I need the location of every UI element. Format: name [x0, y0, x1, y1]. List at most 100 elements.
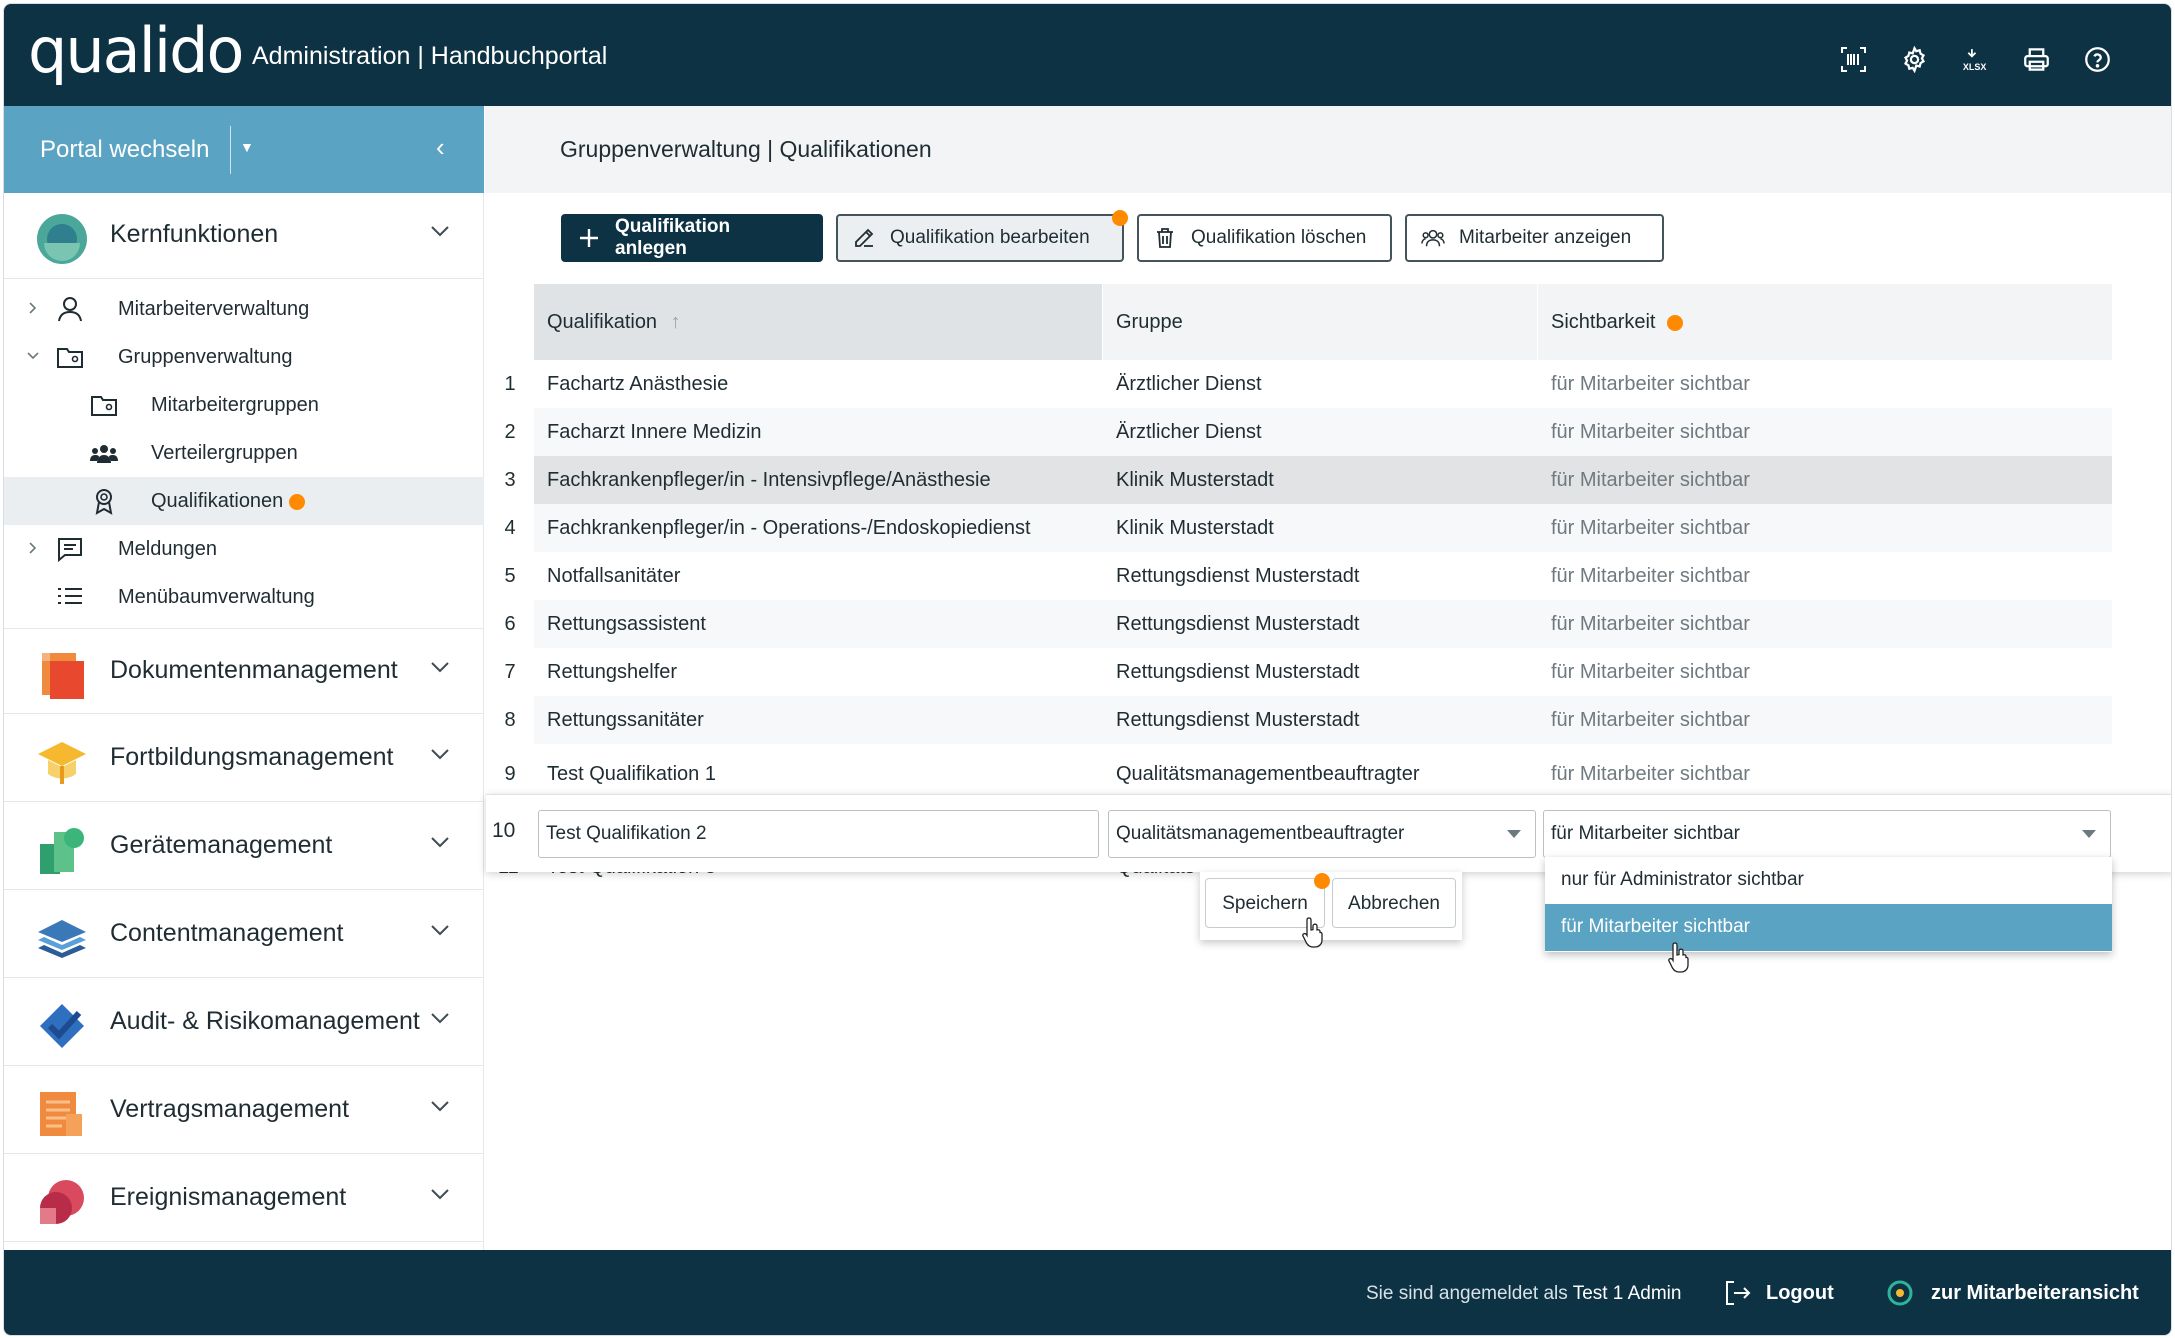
xlsx-export-icon[interactable]: XLSX: [1962, 46, 1989, 73]
logout-button[interactable]: Logout: [1724, 1280, 1834, 1306]
chevron-down-icon[interactable]: [427, 1093, 453, 1119]
edit-qualification-button[interactable]: Qualifikation bearbeiten: [836, 210, 1128, 262]
caret-down-icon[interactable]: ▼: [240, 139, 254, 155]
cell-group: Ärztlicher Dienst: [1116, 421, 1262, 443]
sidebar-item-mitarbeitergruppen[interactable]: Mitarbeitergruppen: [4, 381, 484, 429]
breadcrumb-bar: Gruppenverwaltung | Qualifikationen: [485, 106, 2171, 193]
column-header-gruppe[interactable]: Gruppe: [1102, 284, 1537, 360]
cell-qualification: Rettungshelfer: [547, 661, 678, 683]
cell-visibility: für Mitarbeiter sichtbar: [1551, 661, 1750, 683]
cell-group: Rettungsdienst Musterstadt: [1116, 613, 1360, 635]
chevron-right-icon[interactable]: [24, 539, 42, 557]
chevron-down-icon[interactable]: [427, 218, 453, 244]
notice-dot: [1667, 314, 1684, 331]
row-number: 2: [504, 421, 516, 443]
column-header-qualifikation[interactable]: Qualifikation ↑: [534, 284, 1102, 360]
sidebar-group-geraetemanagement[interactable]: Gerätemanagement: [4, 804, 484, 890]
notice-dot: [1314, 873, 1330, 889]
sidebar-item-label: Menübaumverwaltung: [118, 586, 315, 608]
button-label: Abbrechen: [1348, 893, 1440, 914]
cancel-button[interactable]: Abbrechen: [1332, 878, 1456, 928]
delete-qualification-button[interactable]: Qualifikation löschen: [1137, 214, 1392, 262]
row-cells: Rettungshelfer Rettungsdienst Musterstadt…: [534, 648, 2112, 696]
users-icon: [1421, 226, 1445, 250]
sidebar-group-fortbildungsmanagement[interactable]: Fortbildungsmanagement: [4, 716, 484, 802]
table-row[interactable]: 9 Test Qualifikation 1 Qualitätsmanagemen…: [486, 750, 2112, 798]
user-icon: [58, 297, 82, 322]
table-row[interactable]: 8 Rettungssanitäter Rettungsdienst Muster…: [486, 696, 2112, 744]
chevron-down-icon[interactable]: [427, 654, 453, 680]
sidebar-item-menuebaumverwaltung[interactable]: Menübaumverwaltung: [4, 573, 484, 621]
button-label: Qualifikation bearbeiten: [890, 227, 1090, 248]
caret-down-icon[interactable]: [2082, 830, 2096, 838]
chevron-down-icon[interactable]: [427, 1005, 453, 1031]
printer-icon[interactable]: [2023, 46, 2050, 73]
show-staff-button[interactable]: Mitarbeiter anzeigen: [1405, 214, 1664, 262]
chevron-down-icon[interactable]: [427, 829, 453, 855]
sidebar-group-ereignismanagement[interactable]: Ereignismanagement: [4, 1156, 484, 1242]
sidebar-item-label: Meldungen: [118, 538, 217, 560]
award-icon: [95, 489, 113, 515]
message-icon: [58, 538, 82, 563]
chevron-down-icon[interactable]: [427, 1181, 453, 1207]
cell-group: Klinik Musterstadt: [1116, 469, 1274, 491]
sidebar-group-kernfunktionen[interactable]: Kernfunktionen: [4, 193, 484, 279]
qualido-mark-icon: [1887, 1280, 1913, 1306]
chevron-down-icon[interactable]: [427, 917, 453, 943]
table-row[interactable]: 1 Fachartz Anästhesie Ärztlicher Dienst fü…: [486, 360, 2112, 408]
sidebar-item-verteilergruppen[interactable]: Verteilergruppen: [4, 429, 484, 477]
caret-down-icon[interactable]: [1507, 830, 1521, 838]
cell-group: Rettungsdienst Musterstadt: [1116, 661, 1360, 683]
sidebar-item-label: Gruppenverwaltung: [118, 346, 293, 368]
pencil-icon: [852, 226, 876, 250]
sidebar-group-contentmanagement[interactable]: Contentmanagement: [4, 892, 484, 978]
edit-actions-popup: Speichern Abbrechen: [1200, 872, 1462, 940]
row-number: 7: [504, 661, 516, 683]
switch-to-staff-view-button[interactable]: zur Mitarbeiteransicht: [1887, 1280, 2139, 1306]
chevron-left-icon[interactable]: ‹: [436, 132, 445, 163]
table-row[interactable]: 2 Facharzt Innere Medizin Ärztlicher Dien…: [486, 408, 2112, 456]
portal-switch-bar[interactable]: Portal wechseln ▼ ‹: [4, 106, 484, 193]
sidebar-group-dokumentenmanagement[interactable]: Dokumentenmanagement: [4, 628, 484, 714]
table-row[interactable]: 4 Fachkrankenpfleger/in - Operations-/En…: [486, 504, 2112, 552]
button-label: Speichern: [1222, 893, 1308, 914]
cell-qualification: Rettungsassistent: [547, 613, 706, 635]
help-icon[interactable]: [2084, 46, 2111, 73]
cell-visibility: für Mitarbeiter sichtbar: [1551, 709, 1750, 731]
sidebar-group-audit-risikomanagement[interactable]: Audit- & Risikomanagement: [4, 980, 484, 1066]
dropdown-option-staff-visible[interactable]: für Mitarbeiter sichtbar: [1545, 904, 2112, 951]
chevron-down-icon[interactable]: [24, 347, 42, 365]
dropdown-option-admin-only[interactable]: nur für Administrator sichtbar: [1545, 857, 2112, 904]
breadcrumb: Gruppenverwaltung | Qualifikationen: [560, 136, 932, 162]
portal-switch-label[interactable]: Portal wechseln: [40, 136, 209, 164]
chevron-right-icon[interactable]: [24, 299, 42, 317]
sidebar-group-vertragsmanagement[interactable]: Vertragsmanagement: [4, 1068, 484, 1154]
button-label: Qualifikation löschen: [1191, 227, 1367, 248]
group-select[interactable]: Qualitätsmanagementbeauftragter: [1108, 810, 1536, 858]
table-row[interactable]: 5 Notfallsanitäter Rettungsdienst Musters…: [486, 552, 2112, 600]
barcode-icon[interactable]: [1840, 46, 1867, 73]
qualido-logo[interactable]: qualido: [28, 14, 244, 87]
chevron-down-icon[interactable]: [427, 741, 453, 767]
column-header-sichtbarkeit[interactable]: Sichtbarkeit: [1537, 284, 2112, 360]
table-row[interactable]: 6 Rettungsassistent Rettungsdienst Muster…: [486, 600, 2112, 648]
gear-icon[interactable]: [1901, 46, 1928, 73]
visibility-select[interactable]: für Mitarbeiter sichtbar: [1543, 810, 2111, 858]
sidebar-item-qualifikationen[interactable]: Qualifikationen: [4, 477, 484, 525]
row-cells: Rettungsassistent Rettungsdienst Musterst…: [534, 600, 2112, 648]
sidebar-item-mitarbeiterverwaltung[interactable]: Mitarbeiterverwaltung: [4, 285, 484, 333]
sidebar-item-label: Mitarbeitergruppen: [151, 394, 319, 416]
sidebar-item-label: Verteilergruppen: [151, 442, 298, 464]
create-qualification-button[interactable]: Qualifikation anlegen: [561, 214, 823, 262]
table-row-selected[interactable]: 3 Fachkrankenpfleger/in - Intensivpflege…: [486, 456, 2112, 504]
row-cells: Fachkrankenpfleger/in - Operations-/Endo…: [534, 504, 2112, 552]
qualification-name-field[interactable]: Test Qualifikation 2: [538, 810, 1099, 858]
hand-cursor-icon: [1668, 942, 1689, 973]
sidebar-item-meldungen[interactable]: Meldungen: [4, 525, 484, 573]
visibility-select-value: für Mitarbeiter sichtbar: [1551, 823, 1741, 844]
logout-label: Logout: [1766, 1281, 1834, 1304]
plus-icon: [577, 226, 601, 250]
table-row[interactable]: 7 Rettungshelfer Rettungsdienst Mustersta…: [486, 648, 2112, 696]
sidebar-item-gruppenverwaltung[interactable]: Gruppenverwaltung: [4, 333, 484, 381]
cell-qualification: Rettungssanitäter: [547, 709, 704, 731]
